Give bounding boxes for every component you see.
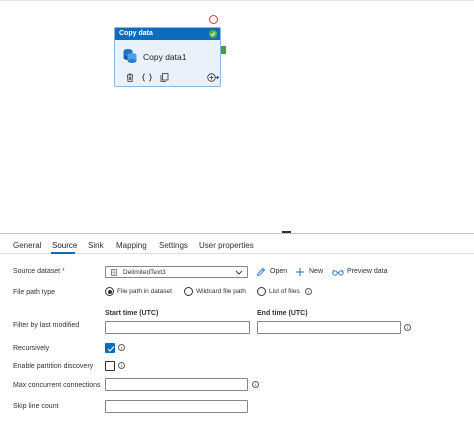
radio-list-of-files-label[interactable]: List of files [269, 288, 300, 295]
add-output-icon[interactable] [206, 72, 219, 83]
info-icon[interactable]: i [118, 344, 125, 351]
source-dataset-value: DelimitedText3 [123, 269, 166, 276]
canvas-top-border [0, 0, 474, 1]
pencil-icon[interactable] [256, 267, 266, 277]
copy-data-icon [123, 49, 137, 63]
tab-user-properties[interactable]: User properties [199, 241, 254, 250]
info-icon[interactable]: i [118, 362, 125, 369]
tab-sink[interactable]: Sink [88, 241, 104, 250]
recursively-label: Recursively [13, 345, 50, 352]
end-time-heading: End time (UTC) [257, 310, 308, 317]
radio-list-of-files[interactable] [257, 287, 266, 296]
partition-discovery-checkbox[interactable] [105, 361, 115, 371]
preview-data-link[interactable]: Preview data [347, 268, 387, 275]
tab-general[interactable]: General [13, 241, 41, 250]
info-icon[interactable]: i [305, 288, 312, 295]
tab-mapping[interactable]: Mapping [116, 241, 147, 250]
radio-file-path-in-dataset[interactable] [105, 287, 114, 296]
plus-icon[interactable] [295, 267, 305, 277]
tab-settings[interactable]: Settings [159, 241, 188, 250]
skip-line-count-label: Skip line count [13, 403, 59, 410]
copy-data-activity[interactable]: Copy data Copy data1 [114, 27, 221, 87]
splitter-grip[interactable] [282, 231, 291, 233]
max-connections-input[interactable] [105, 378, 248, 391]
activity-type-label: Copy data [119, 30, 153, 37]
copy-icon[interactable] [159, 72, 170, 83]
success-output-handle[interactable] [221, 46, 226, 54]
source-dataset-select[interactable]: DelimitedText3 [105, 266, 248, 278]
completion-circle-icon[interactable] [209, 15, 218, 24]
file-path-type-label: File path type [13, 289, 56, 296]
end-time-input[interactable] [257, 321, 401, 334]
max-connections-label: Max concurrent connections [13, 382, 101, 389]
radio-file-path-in-dataset-label[interactable]: File path in dataset [117, 288, 172, 295]
tab-source[interactable]: Source [52, 241, 77, 250]
source-dataset-label: Source dataset * [13, 268, 65, 275]
filter-last-modified-label: Filter by last modified [13, 322, 80, 329]
radio-wildcard-file-path-label[interactable]: Wildcard file path [196, 288, 246, 295]
start-time-heading: Start time (UTC) [105, 310, 159, 317]
chevron-down-icon [235, 270, 243, 275]
glasses-icon[interactable] [332, 267, 344, 277]
check-circle-icon [209, 30, 217, 38]
recursively-checkbox[interactable] [105, 343, 115, 353]
properties-tabs: General Source Sink Mapping Settings Use… [0, 234, 474, 254]
start-time-input[interactable] [105, 321, 250, 334]
trash-icon[interactable] [124, 72, 135, 83]
active-tab-indicator [51, 252, 75, 254]
new-link[interactable]: New [309, 268, 323, 275]
pipeline-canvas[interactable]: Copy data Copy data1 [0, 0, 474, 233]
info-icon[interactable]: i [404, 324, 411, 331]
source-dataset-label-text: Source dataset [13, 268, 61, 275]
activity-name: Copy data1 [143, 52, 187, 62]
dataset-icon [111, 269, 117, 276]
info-icon[interactable]: i [252, 381, 259, 388]
skip-line-count-input[interactable] [105, 400, 248, 413]
partition-discovery-label: Enable partition discovery [13, 363, 94, 370]
activity-header: Copy data [115, 28, 220, 40]
radio-wildcard-file-path[interactable] [184, 287, 193, 296]
open-link[interactable]: Open [270, 268, 287, 275]
code-icon[interactable] [141, 72, 152, 83]
required-mark: * [62, 268, 65, 275]
